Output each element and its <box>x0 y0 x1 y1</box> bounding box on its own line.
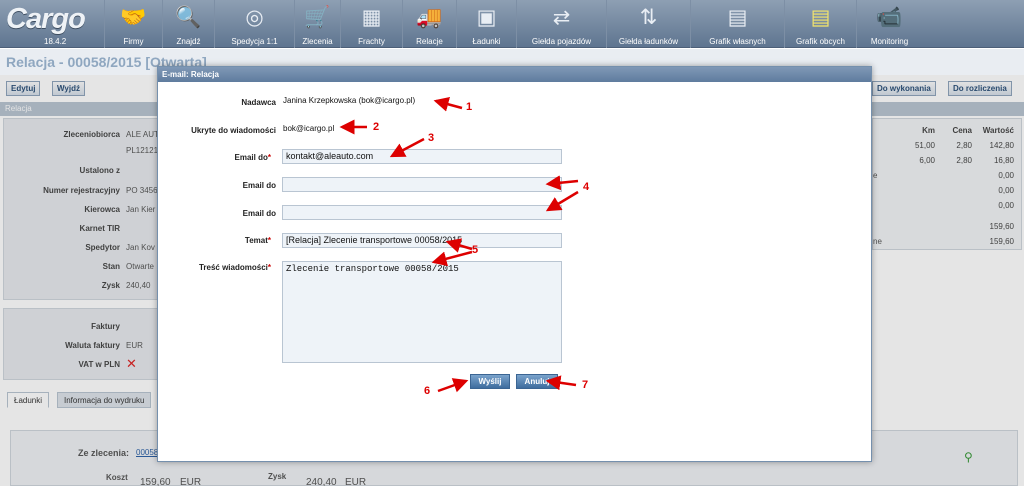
search-icon: 🔍 <box>175 6 202 29</box>
schedule-grid-icon: ▤ <box>727 6 748 29</box>
email-to-label: Email do* <box>234 153 271 162</box>
nav-grafik-wlasnych[interactable]: ▤ Grafik własnych <box>690 0 784 48</box>
nav-gielda-ladunkow[interactable]: ⇅ Giełda ładunków <box>606 0 690 48</box>
cargo-exchange-icon: ⇅ <box>639 6 658 29</box>
app-logo[interactable]: Cargo <box>6 3 86 36</box>
nav-grafik-obcych[interactable]: ▤ Grafik obcych <box>784 0 856 48</box>
nav-monitoring[interactable]: 📹 Monitoring <box>856 0 922 48</box>
annotation-number-3: 3 <box>428 132 435 144</box>
nav-spedycja[interactable]: ◎ Spedycja 1:1 <box>214 0 294 48</box>
message-body-field[interactable]: Zlecenie transportowe 00058/2015 <box>282 261 562 363</box>
annotation-number-6: 6 <box>424 385 431 397</box>
bcc-value: bok@icargo.pl <box>283 124 335 133</box>
nav-relacje[interactable]: 🚚 Relacje <box>402 0 456 48</box>
nav-ladunki[interactable]: ▣ Ładunki <box>456 0 516 48</box>
message-body-label: Treść wiadomości* <box>198 263 271 272</box>
annotation-number-2: 2 <box>373 121 380 133</box>
subject-label: Temat* <box>244 236 271 245</box>
app-version: 18.4.2 <box>44 37 67 46</box>
annotation-number-4: 4 <box>583 181 590 193</box>
freight-icon: ▦ <box>361 6 382 29</box>
annotation-number-7: 7 <box>582 379 589 391</box>
cancel-button[interactable]: Anuluj <box>516 374 558 389</box>
subject-field[interactable]: [Relacja] Zlecenie transportowe 00058/20… <box>282 233 562 248</box>
dialog-title: E-mail: Relacja <box>158 67 871 82</box>
sender-label: Nadawca <box>241 98 276 107</box>
email-to-label-2: Email do <box>242 181 276 190</box>
annotation-number-1: 1 <box>466 101 473 113</box>
annotation-number-5: 5 <box>472 244 479 256</box>
email-to-label-3: Email do <box>242 209 276 218</box>
send-button[interactable]: Wyślij <box>470 374 510 389</box>
nav-znajdz[interactable]: 🔍 Znajdź <box>162 0 214 48</box>
top-navigation-bar: Cargo 18.4.2 🤝 Firmy 🔍 Znajdź ◎ Spedycja 1:… <box>0 0 1024 48</box>
handshake-icon: 🤝 <box>120 6 147 29</box>
schedule-grid-icon: ▤ <box>810 6 831 29</box>
email-dialog: E-mail: Relacja Nadawca Janina Krzepkows… <box>157 66 872 462</box>
nav-firmy[interactable]: 🤝 Firmy <box>104 0 162 48</box>
bcc-label: Ukryte do wiadomości <box>191 126 276 135</box>
email-to-field-3[interactable] <box>282 205 562 220</box>
email-to-field-1[interactable]: kontakt@aleauto.com <box>282 149 562 164</box>
nav-frachty[interactable]: ▦ Frachty <box>340 0 402 48</box>
boxes-icon: ▣ <box>476 6 497 29</box>
cart-icon: 🛒 <box>304 6 331 29</box>
nav-gielda-pojazdow[interactable]: ⇄ Giełda pojazdów <box>516 0 606 48</box>
truck-icon: 🚚 <box>416 6 443 29</box>
email-to-field-2[interactable] <box>282 177 562 192</box>
sender-value: Janina Krzepkowska (bok@icargo.pl) <box>283 96 416 105</box>
globe-icon: ◎ <box>245 6 264 29</box>
nav-zlecenia[interactable]: 🛒 Zlecenia <box>294 0 340 48</box>
camera-icon: 📹 <box>876 6 903 29</box>
vehicle-exchange-icon: ⇄ <box>552 6 571 29</box>
